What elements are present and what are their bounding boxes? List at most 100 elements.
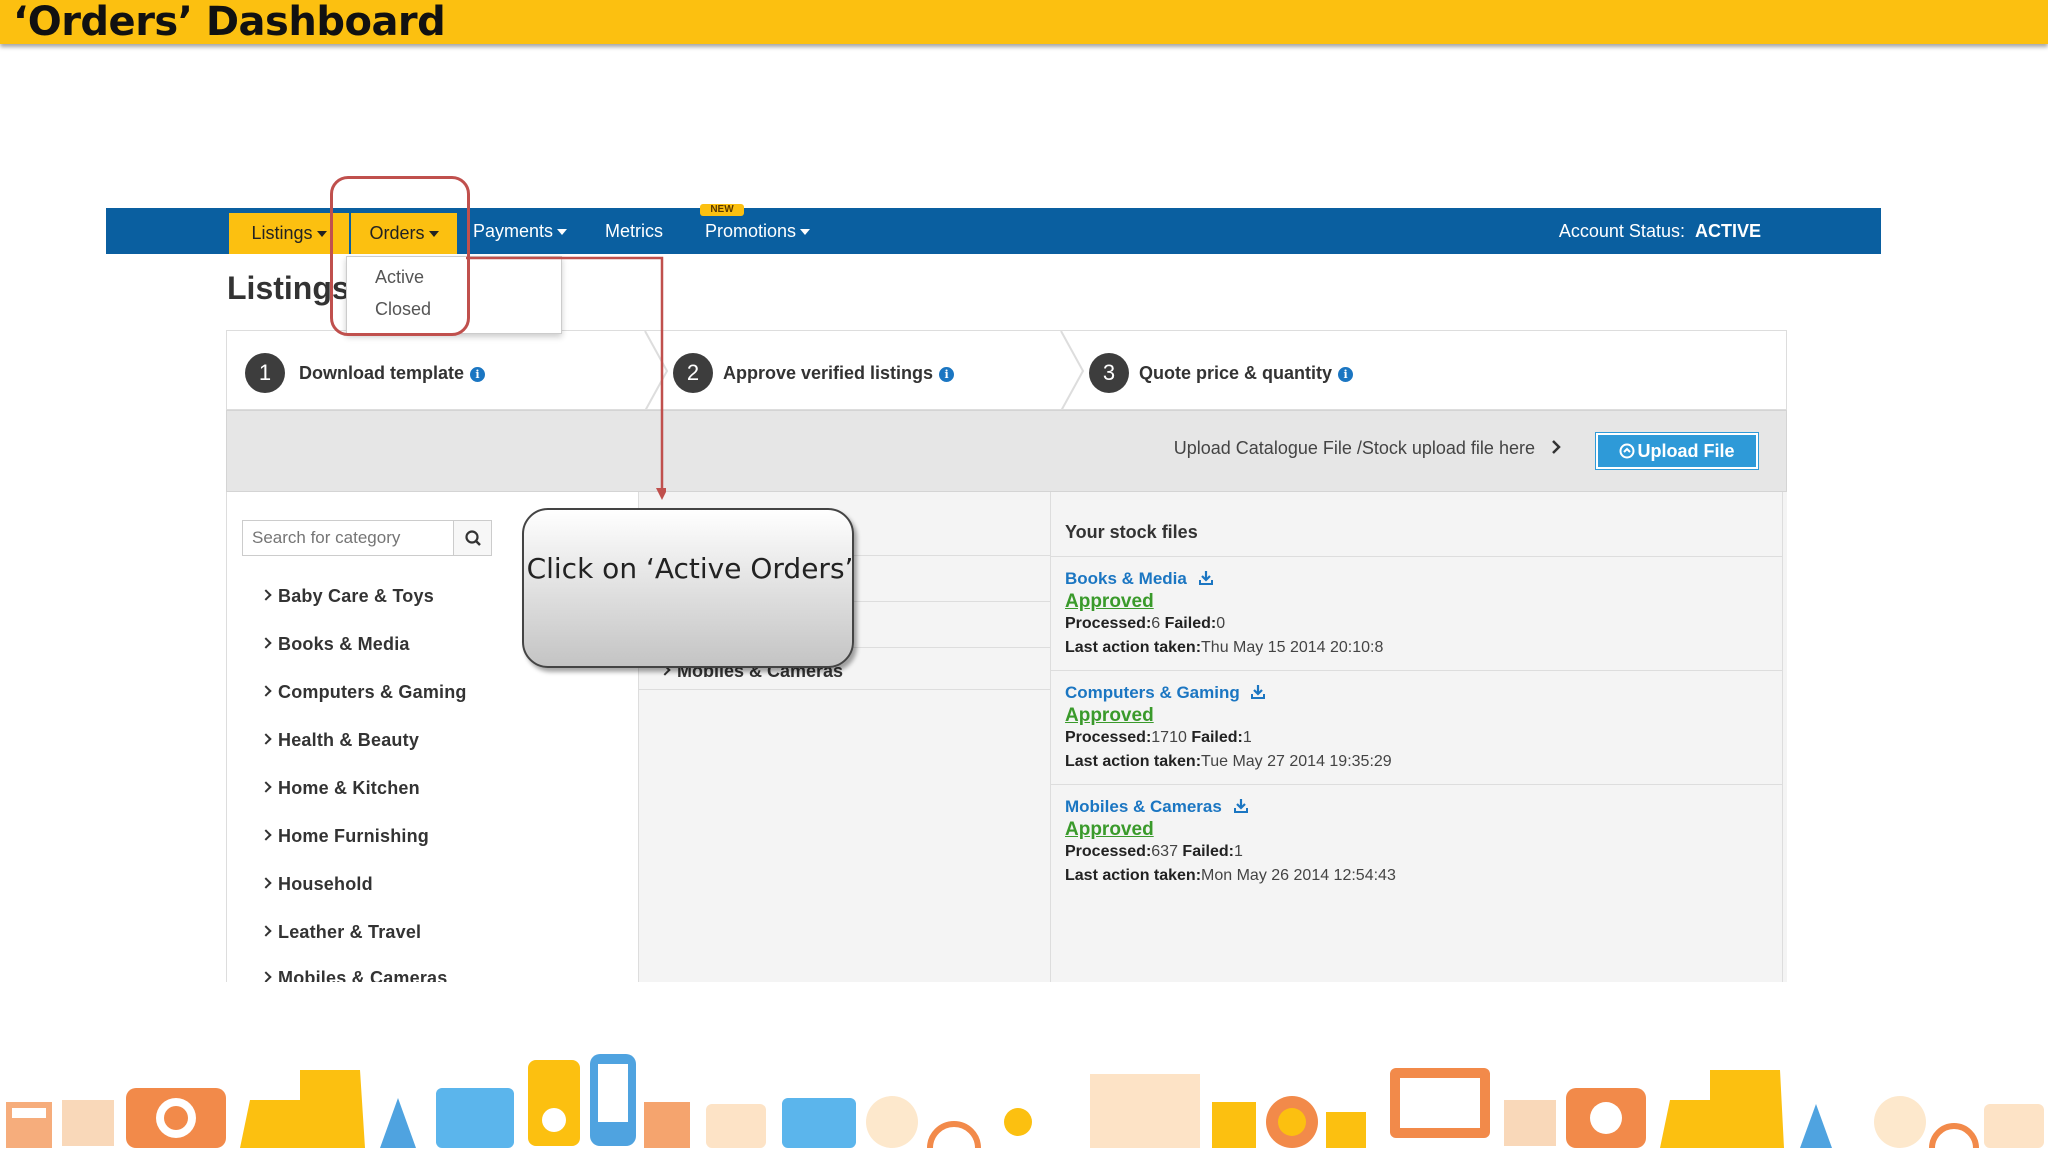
calculator-icon [6,1102,52,1148]
category-label: Leather & Travel [278,922,422,942]
gift-icon [62,1100,114,1146]
category-item[interactable]: Household [260,874,373,895]
step-label: Quote price & quantity i [1139,363,1354,384]
binoculars-icon [1326,1112,1366,1148]
briefcase-icon [436,1088,514,1148]
failed-label: Failed: [1164,615,1217,632]
upload-file-button-label: Upload File [1637,441,1735,461]
instruction-callout: Click on ‘Active Orders’ [522,508,854,668]
status-badge: Approved [1065,705,1154,726]
download-icon[interactable] [1198,570,1214,586]
last-action-value: Tue May 27 2014 19:35:29 [1201,753,1392,770]
last-action-line: Last action taken:Thu May 15 2014 20:10:… [1065,639,1383,657]
search-icon [465,530,481,546]
alarm-clock-icon [1874,1096,1926,1148]
download-icon[interactable] [1250,684,1266,700]
gift-icon [1504,1100,1556,1146]
highlight-annotation [330,176,470,336]
info-icon[interactable]: i [1338,367,1354,382]
nav-metrics[interactable]: Metrics [605,208,663,254]
caret-down-icon [800,229,811,236]
category-label: Home & Kitchen [278,778,420,798]
category-label: Mobiles & Cameras [278,968,448,982]
search-input[interactable] [243,521,453,555]
monitor-icon [1390,1068,1490,1138]
category-item[interactable]: Home Furnishing [260,826,429,847]
category-item[interactable]: Books & Media [260,634,410,655]
last-action-line: Last action taken:Mon May 26 2014 12:54:… [1065,867,1396,885]
slide-title: ‘Orders’ Dashboard [13,0,446,45]
stock-file-link[interactable]: Mobiles & Cameras [1065,797,1249,817]
category-label: Books & Media [278,634,410,654]
category-label: Computers & Gaming [278,682,467,702]
category-item[interactable]: Mobiles & Cameras [262,968,447,982]
category-search [242,520,492,556]
nav-payments[interactable]: Payments [473,208,568,254]
ipod-icon [528,1060,580,1146]
step-separator [1060,331,1085,411]
failed-value: 1 [1233,843,1243,860]
stock-file-link[interactable]: Books & Media [1065,569,1214,589]
step-number: 2 [673,353,713,393]
processed-value: 1710 [1151,729,1187,746]
step-number: 1 [245,353,285,393]
failed-value: 0 [1216,615,1226,632]
status-badge: Approved [1065,591,1154,612]
caret-down-icon [316,231,327,238]
calculator-icon [644,1102,690,1148]
last-action-label: Last action taken: [1065,753,1202,770]
upload-file-button[interactable]: Upload File [1595,432,1759,470]
step-label: Approve verified listings i [723,363,955,384]
upload-instruction-text: Upload Catalogue File /Stock upload file… [1173,438,1535,458]
step-number: 3 [1089,353,1129,393]
download-icon[interactable] [1233,798,1249,814]
upload-instruction: Upload Catalogue File /Stock upload file… [1174,438,1562,459]
processed-line: Processed:6 Failed:0 [1065,615,1225,633]
account-status-label: Account Status: [1558,221,1685,241]
stock-file-name: Mobiles & Cameras [1065,797,1222,816]
stock-file-entry: Mobiles & Cameras Approved Processed:637… [1051,784,1783,898]
last-action-label: Last action taken: [1065,867,1202,884]
chevron-right-icon [260,637,272,649]
search-button[interactable] [453,521,491,555]
last-action-label: Last action taken: [1065,639,1202,656]
camera-icon [1566,1088,1646,1148]
chevron-right-icon [260,925,272,937]
category-label: Health & Beauty [278,730,420,750]
category-item[interactable]: Baby Care & Toys [260,586,434,607]
stock-file-link[interactable]: Computers & Gaming [1065,683,1266,703]
upload-circle-icon [1619,443,1635,459]
book-icon [1090,1074,1200,1148]
step-label: Download template i [299,363,486,384]
processed-label: Processed: [1065,615,1152,632]
step-label-text: Download template [299,363,465,383]
nav-metrics-label: Metrics [605,221,663,241]
status-badge: Approved [1065,819,1154,840]
category-item[interactable]: Health & Beauty [260,730,420,751]
processed-label: Processed: [1065,843,1152,860]
account-status: Account Status: ACTIVE [1559,208,1761,254]
last-action-line: Last action taken:Tue May 27 2014 19:35:… [1065,753,1392,771]
chevron-right-icon [1552,440,1561,454]
category-item[interactable]: Computers & Gaming [260,682,467,703]
category-item[interactable]: Leather & Travel [260,922,422,943]
annotation-arrow [466,256,666,500]
headphones-icon [1929,1123,1979,1149]
category-item[interactable]: Home & Kitchen [260,778,420,799]
failed-label: Failed: [1182,843,1234,860]
cone-icon [1800,1104,1832,1148]
nav-promotions-label: Promotions [705,221,797,241]
stock-file-entry: Computers & Gaming Approved Processed:17… [1051,670,1783,784]
truck-icon [1660,1070,1784,1148]
account-status-value: ACTIVE [1694,221,1761,241]
steps-bar: 1 Download template i 2 Approve verified … [226,330,1787,411]
cone-icon [380,1098,416,1148]
processed-line: Processed:637 Failed:1 [1065,843,1243,861]
category-label: Baby Care & Toys [278,586,434,606]
processed-value: 6 [1151,615,1161,632]
content-area: Baby Care & Toys Books & Media Computers… [226,492,1787,982]
printer-icon [782,1098,856,1148]
info-icon[interactable]: i [939,367,955,382]
failed-label: Failed: [1191,729,1243,746]
callout-text: Click on ‘Active Orders’ [526,552,854,585]
